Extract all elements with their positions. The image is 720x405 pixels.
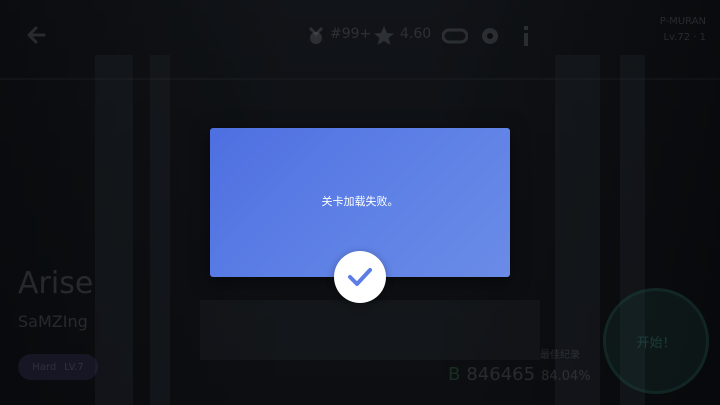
checkmark-icon	[348, 268, 372, 286]
confirm-button[interactable]	[334, 251, 386, 303]
dialog-message: 关卡加载失败。	[321, 194, 399, 208]
